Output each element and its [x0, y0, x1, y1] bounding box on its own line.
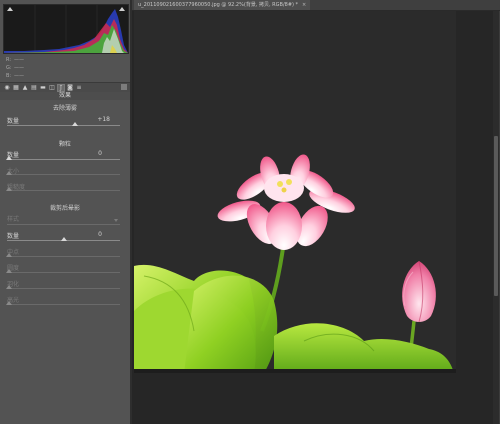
dehaze-amount-value[interactable]: +18	[97, 116, 110, 123]
shadow-clipping-icon[interactable]	[7, 7, 13, 11]
camera-raw-panel: R: —— G: —— B: —— ◉ ▦ ▲ ▤ ▬ ◫ ƒ ◙ ≡ 效果 去除薄雾…	[0, 0, 130, 424]
grain-size-slider[interactable]	[7, 174, 120, 175]
vignette-roundness-slider[interactable]	[7, 272, 120, 273]
document-tab-title: u_201109021600377960050.jpg @ 92.2%(背景, …	[138, 2, 299, 8]
dehaze-amount-label: 数量	[7, 118, 20, 125]
close-icon[interactable]: ×	[302, 0, 306, 10]
dehaze-amount-thumb[interactable]	[72, 122, 78, 126]
grid-icon[interactable]: ▤	[31, 85, 37, 91]
document-tab[interactable]: u_201109021600377960050.jpg @ 92.2%(背景, …	[134, 0, 311, 10]
rgb-readout: R: —— G: —— B: ——	[6, 56, 66, 80]
camera-icon[interactable]: ◙	[67, 85, 73, 91]
panel-title: 效果	[0, 92, 130, 100]
vignette-amount-label: 数量	[7, 233, 20, 240]
fx-icon[interactable]: ƒ	[57, 84, 65, 92]
blue-value: ——	[14, 73, 24, 79]
image-canvas[interactable]	[132, 11, 493, 424]
vignette-midpoint-thumb[interactable]	[6, 253, 12, 257]
grain-amount-thumb[interactable]	[6, 156, 12, 160]
grain-roughness-slider[interactable]	[7, 190, 120, 191]
grain-section-title: 颗粒	[58, 141, 71, 148]
vignette-roundness-thumb[interactable]	[6, 269, 12, 273]
scrollbar-thumb[interactable]	[494, 136, 498, 296]
histogram-graph	[4, 5, 128, 53]
lens-icon[interactable]: ◫	[49, 85, 55, 91]
vignette-amount-value[interactable]: 0	[98, 231, 102, 238]
document-tab-bar: u_201109021600377960050.jpg @ 92.2%(背景, …	[132, 0, 500, 11]
vignette-section-title: 裁剪后晕影	[49, 205, 80, 212]
blue-label: B:	[6, 73, 12, 79]
chevron-down-icon	[114, 219, 118, 222]
presets-icon[interactable]: ≡	[76, 85, 82, 91]
vignette-amount-thumb[interactable]	[61, 237, 67, 241]
tone-curve-icon[interactable]: ▦	[13, 85, 19, 91]
aperture-icon[interactable]: ◉	[4, 85, 10, 91]
highlight-clipping-icon[interactable]	[119, 7, 125, 11]
grain-size-thumb[interactable]	[6, 171, 12, 175]
green-label: G:	[6, 65, 12, 71]
mountain-icon[interactable]: ▲	[22, 85, 28, 91]
vignette-highlights-slider[interactable]	[7, 304, 120, 305]
vignette-midpoint-slider[interactable]	[7, 256, 120, 257]
histogram	[3, 4, 129, 54]
grain-roughness-thumb[interactable]	[6, 187, 12, 191]
grain-amount-slider[interactable]	[7, 159, 120, 160]
vignette-feather-slider[interactable]	[7, 288, 120, 289]
vignette-highlights-thumb[interactable]	[6, 301, 12, 305]
dehaze-amount-slider[interactable]	[7, 125, 120, 126]
green-value: ——	[14, 65, 24, 71]
dehaze-section-title: 去除薄雾	[52, 105, 77, 112]
grain-amount-value[interactable]: 0	[98, 150, 102, 157]
panel-menu-icon[interactable]	[121, 84, 127, 90]
lotus-photo	[134, 11, 456, 373]
vignette-feather-thumb[interactable]	[6, 285, 12, 289]
vertical-scrollbar[interactable]	[493, 11, 499, 424]
red-label: R:	[6, 57, 12, 63]
vignette-style-select[interactable]: 样式	[7, 216, 120, 225]
split-toning-icon[interactable]: ▬	[40, 85, 46, 91]
vignette-style-label: 样式	[7, 216, 20, 223]
red-value: ——	[14, 57, 24, 63]
